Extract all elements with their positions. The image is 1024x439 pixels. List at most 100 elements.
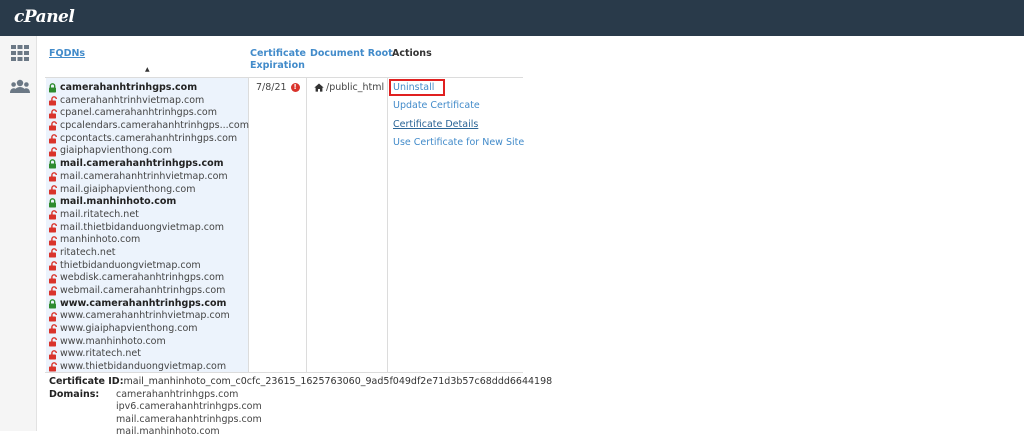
fqdn-item: mail.camerahanhtrinhgps.com (48, 158, 248, 171)
unlocked-icon (49, 311, 57, 322)
unlocked-icon (49, 121, 57, 131)
fqdns-column-header[interactable]: FQDNs (49, 48, 85, 60)
fqdn-item: mail.thietbidanduongvietmap.com (48, 222, 248, 235)
unlocked-icon (49, 184, 57, 195)
lock-icon (49, 83, 56, 93)
lock-icon (49, 299, 56, 309)
grid-icon[interactable] (10, 44, 30, 62)
column-divider (306, 78, 307, 372)
fqdn-name: giaiphapvienthong.com (60, 145, 173, 157)
domains-label: Domains: (49, 388, 100, 400)
unlocked-icon (49, 146, 57, 157)
fqdn-name: www.manhinhoto.com (60, 335, 166, 347)
fqdn-name: mail.giaiphapvienthong.com (60, 183, 196, 195)
unlocked-icon (49, 324, 57, 334)
sidebar (0, 36, 37, 431)
unlocked-icon (49, 273, 57, 284)
fqdn-name: ritatech.net (60, 246, 116, 258)
expiration-cell: 7/8/21 ! (256, 82, 300, 93)
fqdn-name: mail.camerahanhtrinhgps.com (60, 158, 224, 170)
unlocked-icon (49, 286, 57, 296)
actions-column-header: Actions (392, 48, 432, 59)
fqdn-item: www.thietbidanduongvietmap.com (48, 361, 248, 374)
unlocked-icon (49, 223, 57, 233)
domains-list: camerahanhtrinhgps.com ipv6.camerahanhtri… (116, 389, 262, 439)
certificate-id-label: Certificate ID: (49, 376, 124, 387)
fqdn-name: mail.thietbidanduongvietmap.com (60, 221, 225, 233)
lock-icon (49, 159, 56, 169)
unlocked-icon (49, 96, 57, 106)
certificate-id-value: mail_manhinhoto_com_c0cfc_23615_16257630… (123, 376, 553, 387)
domain-item: mail.manhinhoto.com (116, 426, 220, 438)
unlocked-icon (49, 248, 57, 258)
fqdn-name: mail.camerahanhtrinhvietmap.com (60, 170, 228, 182)
fqdn-item: webdisk.camerahanhtrinhgps.com (48, 272, 248, 285)
home-icon (314, 83, 324, 92)
users-icon[interactable] (10, 78, 30, 96)
fqdn-name: manhinhoto.com (60, 234, 141, 246)
fqdn-name: www.camerahanhtrinhgps.com (60, 297, 227, 309)
use-certificate-for-new-site-link[interactable]: Use Certificate for New Site (393, 137, 524, 149)
fqdn-name: webmail.camerahanhtrinhgps.com (60, 285, 226, 296)
update-certificate-link[interactable]: Update Certificate (393, 100, 480, 112)
unlocked-icon (49, 210, 57, 220)
certificate-details-link[interactable]: Certificate Details (393, 119, 478, 131)
fqdn-name: camerahanhtrinhvietmap.com (60, 94, 205, 106)
fqdn-item: thietbidanduongvietmap.com (48, 260, 248, 273)
fqdn-list: camerahanhtrinhgps.com camerahanhtrinhvie… (48, 82, 249, 374)
fqdn-name: camerahanhtrinhgps.com (60, 82, 198, 93)
fqdn-item: www.manhinhoto.com (48, 336, 248, 349)
document-root-column-header[interactable]: Document Root (310, 48, 393, 60)
domain-item: mail.camerahanhtrinhgps.com (116, 413, 262, 425)
fqdn-item: camerahanhtrinhvietmap.com (48, 95, 248, 108)
fqdn-name: cpcontacts.camerahanhtrinhgps.com (60, 132, 238, 144)
expiration-date: 7/8/21 (256, 82, 287, 93)
fqdn-item: www.ritatech.net (48, 348, 248, 361)
fqdn-item: www.camerahanhtrinhgps.com (48, 298, 248, 311)
domain-item: camerahanhtrinhgps.com (116, 389, 239, 400)
fqdn-name: mail.manhinhoto.com (60, 196, 177, 208)
fqdn-name: www.giaiphapvienthong.com (60, 323, 198, 335)
cert-header-line1: Certificate (250, 48, 306, 59)
fqdn-item: mail.manhinhoto.com (48, 196, 248, 209)
fqdn-item: camerahanhtrinhgps.com (48, 82, 248, 95)
fqdn-item: cpcalendars.camerahanhtrinhgps...com (48, 120, 249, 133)
fqdn-name: www.ritatech.net (60, 348, 141, 360)
unlocked-icon (49, 337, 57, 347)
fqdn-item: webmail.camerahanhtrinhgps.com (48, 285, 248, 298)
fqdn-name: www.thietbidanduongvietmap.com (60, 361, 227, 373)
fqdn-item: mail.giaiphapvienthong.com (48, 184, 248, 197)
certificate-expiration-column-header[interactable]: Certificate Expiration (250, 48, 306, 72)
unlocked-icon (49, 235, 57, 246)
uninstall-link[interactable]: Uninstall (393, 82, 434, 94)
fqdn-item: giaiphapvienthong.com (48, 145, 248, 158)
fqdn-name: mail.ritatech.net (60, 208, 139, 220)
unlocked-icon (49, 261, 57, 271)
unlocked-icon (49, 349, 57, 360)
certificate-id-row: Certificate ID:mail_manhinhoto_com_c0cfc… (49, 376, 552, 389)
column-divider (387, 78, 388, 372)
document-root-cell: /public_html (314, 82, 384, 93)
fqdn-item: ritatech.net (48, 247, 248, 260)
top-bar: cPanel (0, 0, 1024, 36)
cert-header-line2: Expiration (250, 60, 305, 71)
fqdn-item: manhinhoto.com (48, 234, 248, 247)
unlocked-icon (49, 362, 57, 372)
document-root-path: /public_html (326, 82, 385, 93)
fqdn-item: www.camerahanhtrinhvietmap.com (48, 310, 248, 323)
unlocked-icon (49, 108, 57, 119)
fqdn-item: www.giaiphapvienthong.com (48, 323, 248, 336)
cpanel-logo[interactable]: cPanel (14, 7, 75, 27)
fqdn-name: cpanel.camerahanhtrinhgps.com (60, 107, 217, 119)
unlocked-icon (49, 172, 57, 182)
fqdn-name: www.camerahanhtrinhvietmap.com (60, 310, 230, 322)
sort-ascending-icon[interactable]: ▲ (145, 66, 150, 73)
warning-icon: ! (290, 83, 300, 92)
lock-icon (49, 197, 56, 208)
fqdn-name: thietbidanduongvietmap.com (60, 259, 201, 271)
fqdn-name: webdisk.camerahanhtrinhgps.com (60, 272, 225, 284)
fqdn-item: cpcontacts.camerahanhtrinhgps.com (48, 133, 248, 146)
fqdn-item: cpanel.camerahanhtrinhgps.com (48, 107, 248, 120)
fqdn-item: mail.camerahanhtrinhvietmap.com (48, 171, 248, 184)
fqdn-name: cpcalendars.camerahanhtrinhgps...com (60, 120, 249, 132)
